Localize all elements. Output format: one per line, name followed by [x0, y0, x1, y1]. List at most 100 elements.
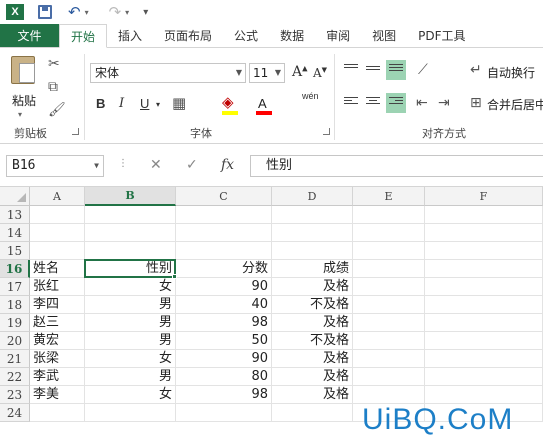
cell-e16[interactable]	[353, 260, 425, 278]
redo-icon[interactable]: ↷	[109, 3, 122, 21]
cell-e23[interactable]	[353, 386, 425, 404]
cell-a15[interactable]	[30, 242, 85, 260]
cell-c13[interactable]	[176, 206, 272, 224]
cell-c20[interactable]: 50	[176, 332, 272, 350]
tab-pdf-tools[interactable]: PDF工具	[407, 24, 476, 47]
fill-color-icon[interactable]: ◈	[222, 93, 234, 111]
align-right-icon[interactable]	[386, 93, 406, 113]
copy-icon[interactable]: ⧉	[48, 79, 58, 95]
tab-review[interactable]: 审阅	[315, 24, 361, 47]
row-header-15[interactable]: 15	[0, 242, 30, 260]
cell-f17[interactable]	[425, 278, 543, 296]
cell-b19[interactable]: 男	[85, 314, 176, 332]
cell-c14[interactable]	[176, 224, 272, 242]
cell-c22[interactable]: 80	[176, 368, 272, 386]
decrease-font-icon[interactable]: A▼	[313, 66, 327, 80]
decrease-indent-icon[interactable]: ⇤	[416, 95, 428, 111]
drag-handle-icon[interactable]: ⋮	[118, 158, 128, 169]
cell-c19[interactable]: 98	[176, 314, 272, 332]
column-header-b[interactable]: B	[85, 187, 176, 206]
align-bottom-icon[interactable]	[386, 60, 406, 80]
row-header-20[interactable]: 20	[0, 332, 30, 350]
cell-e15[interactable]	[353, 242, 425, 260]
cell-a20[interactable]: 黄宏	[30, 332, 85, 350]
cell-f23[interactable]	[425, 386, 543, 404]
cell-f13[interactable]	[425, 206, 543, 224]
tab-file[interactable]: 文件	[0, 24, 59, 47]
bold-button[interactable]: B	[96, 96, 105, 111]
paste-dropdown-icon[interactable]: ▾	[18, 110, 22, 119]
cell-a22[interactable]: 李武	[30, 368, 85, 386]
name-box[interactable]: B16 ▼	[6, 155, 104, 177]
tab-insert[interactable]: 插入	[107, 24, 153, 47]
cell-d14[interactable]	[272, 224, 353, 242]
cell-d21[interactable]: 及格	[272, 350, 353, 368]
align-center-icon[interactable]	[366, 97, 380, 108]
increase-indent-icon[interactable]: ⇥	[438, 95, 450, 111]
row-header-14[interactable]: 14	[0, 224, 30, 242]
cell-f15[interactable]	[425, 242, 543, 260]
row-header-19[interactable]: 19	[0, 314, 30, 332]
cell-c18[interactable]: 40	[176, 296, 272, 314]
cell-b24[interactable]	[85, 404, 176, 422]
column-header-f[interactable]: F	[425, 187, 543, 206]
select-all-button[interactable]	[0, 187, 30, 206]
row-header-18[interactable]: 18	[0, 296, 30, 314]
cell-b23[interactable]: 女	[85, 386, 176, 404]
cell-d24[interactable]	[272, 404, 353, 422]
format-painter-icon[interactable]: 🖌	[48, 102, 66, 118]
cell-d17[interactable]: 及格	[272, 278, 353, 296]
cell-d22[interactable]: 及格	[272, 368, 353, 386]
cell-e18[interactable]	[353, 296, 425, 314]
cell-a14[interactable]	[30, 224, 85, 242]
tab-data[interactable]: 数据	[269, 24, 315, 47]
cell-e13[interactable]	[353, 206, 425, 224]
enter-icon[interactable]: ✓	[186, 157, 198, 173]
row-header-16[interactable]: 16	[0, 260, 30, 278]
align-left-icon[interactable]	[344, 97, 358, 108]
cell-f14[interactable]	[425, 224, 543, 242]
cell-c21[interactable]: 90	[176, 350, 272, 368]
column-header-a[interactable]: A	[30, 187, 85, 206]
cell-f21[interactable]	[425, 350, 543, 368]
underline-button[interactable]: U	[140, 96, 149, 111]
cell-b17[interactable]: 女	[85, 278, 176, 296]
font-family-select[interactable]: 宋体 ▼	[90, 63, 246, 83]
row-header-23[interactable]: 23	[0, 386, 30, 404]
tab-page-layout[interactable]: 页面布局	[153, 24, 223, 47]
fill-handle[interactable]	[172, 274, 177, 279]
customize-toolbar-icon[interactable]: ▾	[143, 7, 148, 18]
font-size-select[interactable]: 11 ▼	[249, 63, 285, 83]
cell-e14[interactable]	[353, 224, 425, 242]
merge-center-button[interactable]: 合并后居中	[487, 96, 543, 113]
row-header-21[interactable]: 21	[0, 350, 30, 368]
font-color-icon[interactable]: A	[258, 96, 267, 111]
cell-d23[interactable]: 及格	[272, 386, 353, 404]
cell-c16[interactable]: 分数	[176, 260, 272, 278]
cell-a23[interactable]: 李美	[30, 386, 85, 404]
cell-e21[interactable]	[353, 350, 425, 368]
column-header-c[interactable]: C	[176, 187, 272, 206]
align-top-icon[interactable]	[344, 64, 358, 75]
cell-f19[interactable]	[425, 314, 543, 332]
cell-a18[interactable]: 李四	[30, 296, 85, 314]
insert-function-button[interactable]: fx	[221, 157, 234, 173]
tab-formulas[interactable]: 公式	[223, 24, 269, 47]
phonetic-guide-button[interactable]: wén	[302, 91, 319, 101]
cell-f18[interactable]	[425, 296, 543, 314]
cancel-icon[interactable]: ✕	[150, 157, 162, 173]
cell-c23[interactable]: 98	[176, 386, 272, 404]
align-middle-icon[interactable]	[366, 66, 380, 77]
row-header-24[interactable]: 24	[0, 404, 30, 422]
cell-b18[interactable]: 男	[85, 296, 176, 314]
paste-icon[interactable]	[11, 56, 35, 84]
cell-e17[interactable]	[353, 278, 425, 296]
cell-a19[interactable]: 赵三	[30, 314, 85, 332]
undo-dropdown-icon[interactable]: ▾	[85, 8, 89, 17]
wrap-text-icon[interactable]: ↵	[470, 62, 482, 78]
increase-font-icon[interactable]: A▲	[292, 64, 308, 80]
cell-d19[interactable]: 及格	[272, 314, 353, 332]
underline-dropdown-icon[interactable]: ▾	[156, 100, 160, 109]
column-header-e[interactable]: E	[353, 187, 425, 206]
cell-e22[interactable]	[353, 368, 425, 386]
